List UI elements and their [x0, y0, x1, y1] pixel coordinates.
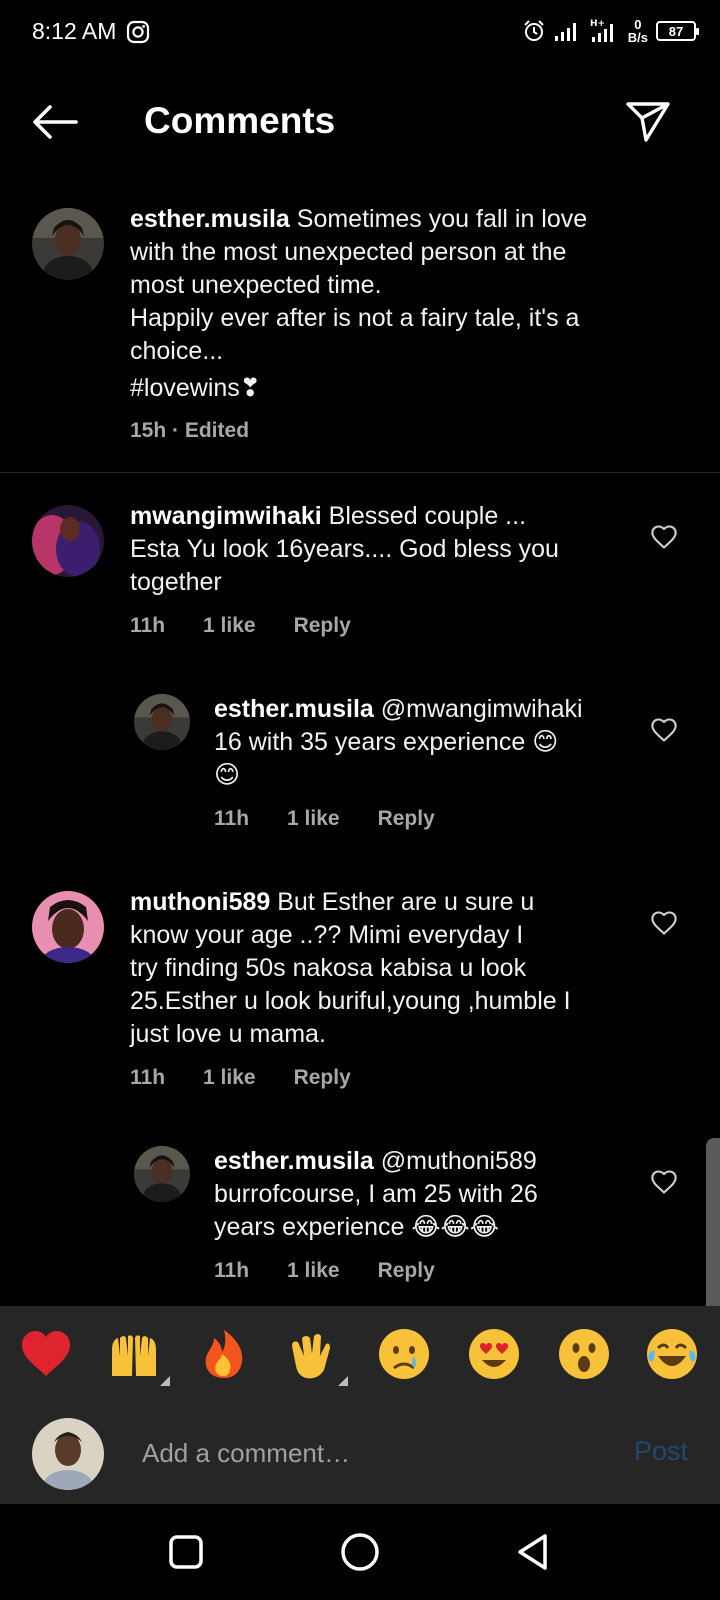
- status-icons: H+ 0 B/s 87: [522, 16, 699, 46]
- home-circle-icon[interactable]: [338, 1530, 382, 1574]
- comments-screen: 8:12 AM H+ 0 B/s 87 Comments esther.musi…: [0, 0, 720, 1600]
- avatar-image: [134, 694, 190, 750]
- recents-square-icon[interactable]: [164, 1530, 208, 1574]
- comment-meta: 11h 1 like Reply: [130, 1066, 351, 1090]
- comment-time: 11h: [130, 614, 166, 637]
- reply-button[interactable]: Reply: [378, 1259, 435, 1283]
- system-nav-bar: [0, 1504, 720, 1600]
- current-user-avatar: [32, 1418, 104, 1490]
- status-time: 8:12 AM: [32, 18, 117, 44]
- svg-text:H+: H+: [590, 19, 605, 29]
- emoji-reaction-bar: [0, 1306, 720, 1402]
- back-triangle-icon[interactable]: [512, 1530, 556, 1574]
- comment-username[interactable]: esther.musila: [214, 695, 374, 723]
- avatar-image: [32, 1418, 104, 1490]
- heart-icon[interactable]: [650, 523, 678, 551]
- battery-level: 87: [668, 23, 684, 39]
- emoji-surprised-face[interactable]: [556, 1326, 612, 1382]
- heart-icon[interactable]: [650, 716, 678, 744]
- reply-button[interactable]: Reply: [294, 614, 351, 638]
- avatar[interactable]: [32, 505, 104, 577]
- emoji-raising-hands[interactable]: [106, 1326, 162, 1382]
- comment-text: mwangimwihaki Blessed couple ... Esta Yu…: [130, 502, 559, 596]
- send-icon[interactable]: [624, 98, 672, 146]
- comment-likes[interactable]: 1 like: [287, 807, 340, 831]
- emoji-crying-face[interactable]: [376, 1326, 432, 1382]
- comment-meta: 11h 1 like Reply: [214, 807, 435, 831]
- comment-meta: 11h 1 like Reply: [214, 1259, 435, 1283]
- emoji-tears-of-joy[interactable]: [644, 1326, 700, 1382]
- avatar[interactable]: [32, 891, 104, 963]
- scrollbar-thumb[interactable]: [706, 1138, 720, 1318]
- comment-text: esther.musila @mwangimwihaki 16 with 35 …: [214, 695, 583, 789]
- skin-tone-indicator: [160, 1376, 170, 1386]
- post-button[interactable]: Post: [634, 1436, 688, 1467]
- comment-text: muthoni589 But Esther are u sure u know …: [130, 888, 571, 1048]
- avatar[interactable]: [134, 694, 190, 750]
- comment-time: 11h: [214, 1259, 250, 1282]
- avatar-image: [134, 1146, 190, 1202]
- comment-time: 11h: [214, 807, 250, 830]
- emoji-clapping-hands[interactable]: [284, 1326, 340, 1382]
- back-arrow-icon[interactable]: [28, 100, 80, 144]
- comment-text: esther.musila @muthoni589 burrofcourse, …: [214, 1147, 538, 1241]
- avatar[interactable]: [134, 1146, 190, 1202]
- emoji-fire[interactable]: [196, 1326, 252, 1382]
- reply-button[interactable]: Reply: [294, 1066, 351, 1090]
- avatar-image: [32, 208, 104, 280]
- avatar[interactable]: [32, 208, 104, 280]
- caption-text: esther.musila Sometimes you fall in love…: [130, 203, 650, 405]
- comment-likes[interactable]: 1 like: [287, 1259, 340, 1283]
- instagram-icon: [126, 20, 150, 44]
- signal-h-plus-icon: H+: [590, 19, 613, 42]
- emoji-heart[interactable]: [18, 1326, 74, 1382]
- page-title: Comments: [144, 100, 336, 141]
- heart-icon[interactable]: [650, 1168, 678, 1196]
- avatar-image: [32, 891, 104, 963]
- comment-input[interactable]: Add a comment…: [142, 1430, 582, 1476]
- comment-time: 11h: [130, 1066, 166, 1089]
- skin-tone-indicator: [338, 1376, 348, 1386]
- caption-meta: 15h · Edited: [130, 419, 250, 442]
- battery-icon: 87: [656, 21, 699, 41]
- status-bar: 8:12 AM H+ 0 B/s 87: [0, 0, 720, 64]
- emoji-heart-eyes[interactable]: [466, 1326, 522, 1382]
- caption-username[interactable]: esther.musila: [130, 205, 290, 233]
- avatar-image: [32, 505, 104, 577]
- header: Comments: [0, 80, 720, 164]
- comment-username[interactable]: esther.musila: [214, 1147, 374, 1175]
- reply-button[interactable]: Reply: [378, 807, 435, 831]
- alarm-icon: [524, 20, 544, 41]
- comment-likes[interactable]: 1 like: [203, 1066, 256, 1090]
- comment-username[interactable]: mwangimwihaki: [130, 502, 322, 530]
- comment-input-bar: Add a comment… Post: [0, 1402, 720, 1504]
- divider: [0, 472, 720, 473]
- comment-username[interactable]: muthoni589: [130, 888, 270, 916]
- heart-icon[interactable]: [650, 909, 678, 937]
- signal-icon: [554, 23, 576, 41]
- comment-meta: 11h 1 like Reply: [130, 614, 351, 638]
- comment-likes[interactable]: 1 like: [203, 614, 256, 638]
- caption-hashtag[interactable]: #lovewins❣: [130, 372, 650, 405]
- network-speed: 0 B/s: [627, 17, 648, 45]
